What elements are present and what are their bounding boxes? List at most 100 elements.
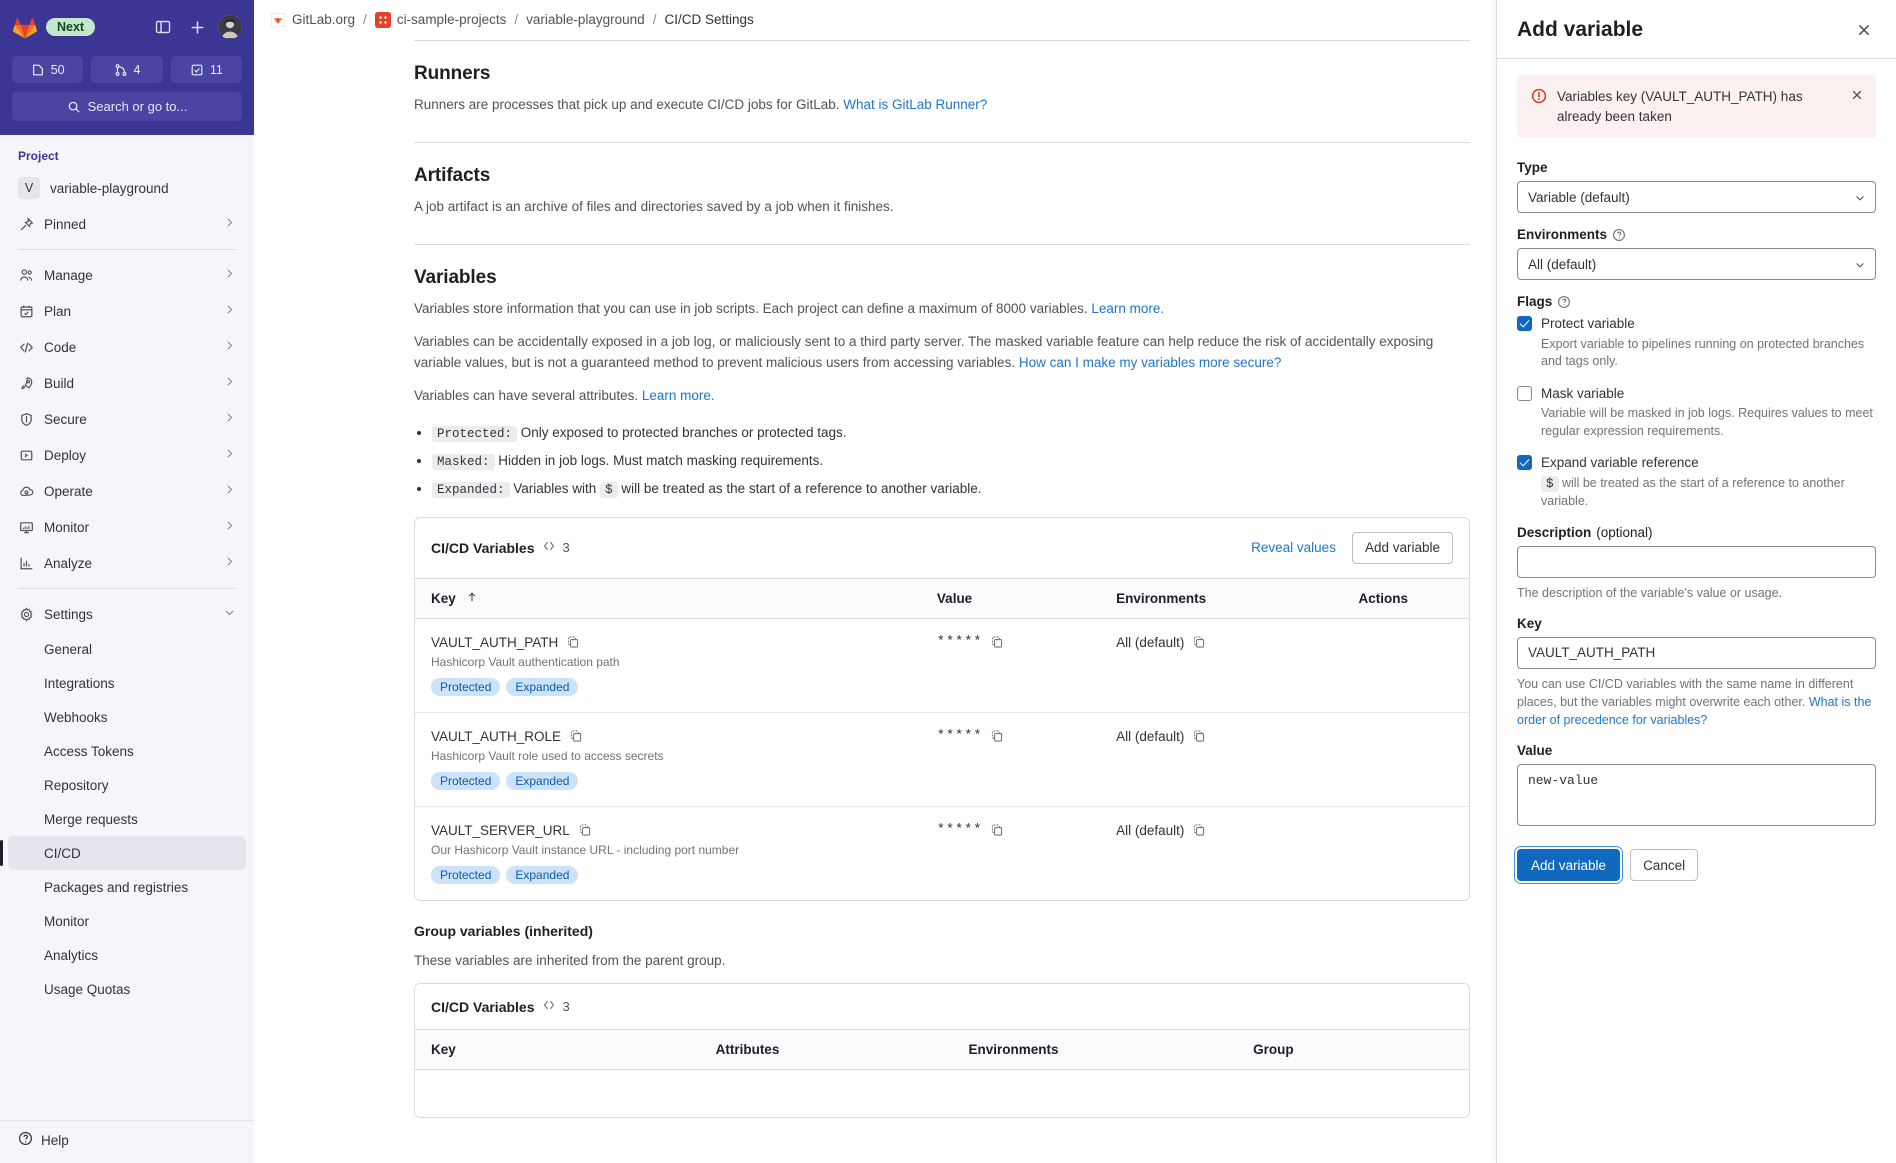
add-variable-button[interactable]: Add variable <box>1351 531 1453 564</box>
sidebar-item-merge-requests[interactable]: Merge requests <box>8 802 246 836</box>
type-label: Type <box>1517 160 1876 175</box>
sidebar-item-plan[interactable]: Plan <box>8 293 246 329</box>
variable-value: ***** <box>937 729 1084 744</box>
table-header: Key Value Environments Actions <box>415 577 1469 619</box>
copy-icon[interactable] <box>1192 635 1206 649</box>
close-icon[interactable] <box>1852 18 1876 42</box>
copy-icon[interactable] <box>990 635 1004 649</box>
status-badge: Expanded <box>506 771 579 790</box>
what-is-gitlab-runner-link[interactable]: What is GitLab Runner? <box>843 97 987 112</box>
variable-environment: All (default) <box>1116 729 1326 744</box>
column-environments: Environments <box>952 1029 1238 1071</box>
sidebar-item-monitor-settings[interactable]: Monitor <box>8 904 246 938</box>
copy-icon[interactable] <box>1192 729 1206 743</box>
sidebar-item-monitor[interactable]: Monitor <box>8 509 246 545</box>
copy-icon[interactable] <box>566 635 580 649</box>
copy-icon[interactable] <box>569 729 583 743</box>
sidebar-item-analyze[interactable]: Analyze <box>8 545 246 581</box>
help-button[interactable]: Help <box>18 1131 236 1149</box>
copy-icon[interactable] <box>990 729 1004 743</box>
sidebar-item-label: Operate <box>44 483 93 499</box>
sidebar-item-operate[interactable]: Operate <box>8 473 246 509</box>
search-input[interactable]: Search or go to... <box>12 92 242 121</box>
card-actions: Reveal values Add variable <box>1245 531 1453 564</box>
gitlab-logo-icon[interactable] <box>12 14 38 40</box>
create-new-icon[interactable] <box>184 14 210 40</box>
variables-secure-link[interactable]: How can I make my variables more secure? <box>1019 355 1282 370</box>
sidebar-sub-label: Access Tokens <box>44 743 134 759</box>
protect-variable-checkbox[interactable] <box>1517 316 1532 332</box>
variable-environment-text: All (default) <box>1116 822 1185 838</box>
user-avatar[interactable] <box>218 15 242 39</box>
copy-icon[interactable] <box>1192 823 1206 837</box>
variable-environment: All (default) <box>1116 823 1326 838</box>
close-icon[interactable] <box>1850 88 1864 105</box>
sidebar-item-packages-and-registries[interactable]: Packages and registries <box>8 870 246 904</box>
breadcrumb-label: variable-playground <box>526 12 645 27</box>
cell-value: ***** <box>921 806 1100 900</box>
breadcrumb-item-cicd-settings[interactable]: CI/CD Settings <box>664 12 753 27</box>
sidebar-item-integrations[interactable]: Integrations <box>8 666 246 700</box>
todos-count[interactable]: 11 <box>170 56 242 83</box>
sidebar-item-deploy[interactable]: Deploy <box>8 437 246 473</box>
monitor-icon <box>18 519 34 535</box>
sidebar-item-manage[interactable]: Manage <box>8 257 246 293</box>
question-icon[interactable] <box>1557 295 1571 309</box>
key-field: Key You can use CI/CD variables with the… <box>1517 616 1876 729</box>
sidebar-item-code[interactable]: Code <box>8 329 246 365</box>
sidebar-item-access-tokens[interactable]: Access Tokens <box>8 734 246 768</box>
flags-field: Flags Protect variable Export variable t… <box>1517 294 1876 511</box>
variables-paragraph-2: Variables can be accidentally exposed in… <box>414 332 1470 374</box>
merge-requests-count-value: 4 <box>133 62 141 77</box>
key-input[interactable] <box>1517 636 1876 669</box>
protect-variable-row: Protect variable Export variable to pipe… <box>1517 315 1876 371</box>
variable-value: ***** <box>937 635 1084 650</box>
chart-icon <box>18 555 34 571</box>
sidebar-item-secure[interactable]: Secure <box>8 401 246 437</box>
learn-more-link-2[interactable]: Learn more. <box>642 388 715 403</box>
issues-count[interactable]: 50 <box>12 56 84 83</box>
mask-variable-checkbox[interactable] <box>1517 385 1532 401</box>
breadcrumb-item-gitlab-org[interactable]: GitLab.org <box>270 11 355 28</box>
type-select[interactable]: Variable (default) <box>1517 181 1876 214</box>
breadcrumb-item-variable-playground[interactable]: variable-playground <box>526 12 645 27</box>
learn-more-link-1[interactable]: Learn more. <box>1091 301 1164 316</box>
cancel-button[interactable]: Cancel <box>1630 849 1699 882</box>
artifacts-heading: Artifacts <box>414 164 491 186</box>
sidebar-item-label: Deploy <box>44 447 87 463</box>
attribute-text-after: will be treated as the start of a refere… <box>617 480 982 496</box>
reveal-values-button[interactable]: Reveal values <box>1245 532 1342 564</box>
toggle-sidebar-icon[interactable] <box>150 14 176 40</box>
column-key[interactable]: Key <box>415 577 921 619</box>
sidebar-item-build[interactable]: Build <box>8 365 246 401</box>
add-variable-submit-button[interactable]: Add variable <box>1517 849 1621 882</box>
sidebar-item-general[interactable]: General <box>8 632 246 666</box>
sidebar-item-project[interactable]: V variable-playground <box>8 170 246 206</box>
description-input[interactable] <box>1517 545 1876 578</box>
environments-select[interactable]: All (default) <box>1517 248 1876 281</box>
card-title-text: CI/CD Variables <box>431 539 535 556</box>
drawer-header: Add variable <box>1497 0 1896 59</box>
divider <box>18 588 236 589</box>
chevron-right-icon <box>223 519 236 535</box>
variable-key-text: VAULT_AUTH_ROLE <box>431 728 562 744</box>
sidebar-item-analytics[interactable]: Analytics <box>8 938 246 972</box>
sidebar-item-usage-quotas[interactable]: Usage Quotas <box>8 972 246 1006</box>
value-textarea[interactable]: new-value <box>1517 764 1876 827</box>
breadcrumb-item-ci-sample-projects[interactable]: ci-sample-projects <box>374 11 506 28</box>
question-icon[interactable] <box>1612 228 1626 242</box>
sidebar-item-cicd[interactable]: CI/CD <box>0 836 246 870</box>
group-variables-card-header: CI/CD Variables 3 <box>415 984 1469 1029</box>
copy-icon[interactable] <box>990 823 1004 837</box>
merge-requests-count[interactable]: 4 <box>91 56 163 83</box>
sidebar-item-repository[interactable]: Repository <box>8 768 246 802</box>
copy-icon[interactable] <box>578 823 592 837</box>
sidebar-item-pinned[interactable]: Pinned <box>8 206 246 242</box>
chevron-right-icon <box>223 483 236 499</box>
sidebar-item-webhooks[interactable]: Webhooks <box>8 700 246 734</box>
environments-field: Environments All (default) <box>1517 227 1876 281</box>
cell-value: ***** <box>920 712 1101 807</box>
expand-variable-checkbox[interactable] <box>1517 455 1532 471</box>
sidebar-item-settings[interactable]: Settings <box>8 596 246 632</box>
sort-asc-icon[interactable] <box>466 591 478 606</box>
